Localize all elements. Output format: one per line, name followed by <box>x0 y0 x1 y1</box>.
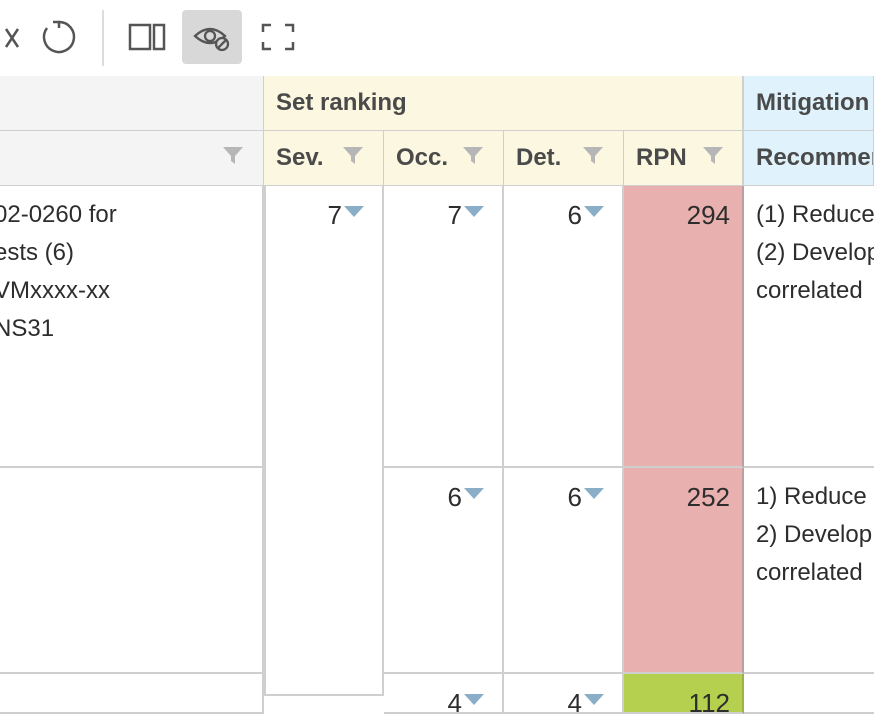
row-3-description[interactable] <box>0 674 264 714</box>
fullscreen-button[interactable] <box>248 10 308 64</box>
row-2-rpn: 252 <box>624 468 744 674</box>
occ-dropdown-icon[interactable] <box>464 206 484 217</box>
filter-icon[interactable] <box>342 145 364 165</box>
det-value: 4 <box>567 688 582 714</box>
row-1-description[interactable]: 02-0260 for ests (6) VMxxxx-xx NS31 <box>0 186 264 468</box>
filter-icon[interactable] <box>582 145 604 165</box>
row-3-recommended[interactable] <box>744 674 874 714</box>
col-header-rpn[interactable]: RPN <box>624 131 744 186</box>
row-1-recommended-text: (1) Reduce (2) Develop correlated <box>756 196 874 310</box>
split-view-button[interactable] <box>117 10 177 64</box>
group-header-set-ranking-label: Set ranking <box>276 89 407 116</box>
occ-value: 6 <box>447 482 462 512</box>
row-2-recommended-text: 1) Reduce 2) Develop correlated <box>756 478 872 592</box>
hide-columns-button[interactable] <box>182 10 242 64</box>
refresh-button[interactable] <box>29 10 89 64</box>
refresh-icon <box>42 20 76 54</box>
hide-columns-icon <box>193 27 230 52</box>
rpn-value: 294 <box>686 200 730 230</box>
col-header-det[interactable]: Det. <box>504 131 624 186</box>
row-2-det[interactable]: 6 <box>504 468 624 674</box>
det-value: 6 <box>567 482 582 512</box>
col-header-det-label: Det. <box>516 144 562 171</box>
group-header-set-ranking: Set ranking <box>264 76 744 131</box>
row-1-rpn: 294 <box>624 186 744 468</box>
row-2-description[interactable] <box>0 468 264 674</box>
desc-line: ests (6) <box>0 239 75 266</box>
mitigation-line: correlated <box>756 559 863 586</box>
mitigation-line: 1) Reduce <box>756 483 867 510</box>
det-dropdown-icon[interactable] <box>584 206 604 217</box>
filter-icon[interactable] <box>702 145 724 165</box>
desc-line: VMxxxx-xx <box>0 277 110 304</box>
rpn-value: 112 <box>688 688 730 714</box>
row-1-sev[interactable]: 7 <box>264 186 384 696</box>
row-1-description-text: 02-0260 for ests (6) VMxxxx-xx NS31 <box>0 196 117 348</box>
row-3-occ[interactable]: 4 <box>384 674 504 714</box>
toolbar <box>0 0 874 76</box>
group-header-empty <box>0 76 264 131</box>
col-header-sev-label: Sev. <box>276 144 324 171</box>
mitigation-line: (1) Reduce <box>756 201 874 228</box>
col-header-occ[interactable]: Occ. <box>384 131 504 186</box>
sev-dropdown-icon[interactable] <box>344 206 364 217</box>
row-3-det[interactable]: 4 <box>504 674 624 714</box>
row-1-recommended[interactable]: (1) Reduce (2) Develop correlated <box>744 186 874 468</box>
clear-filter-icon <box>4 28 20 48</box>
row-1-occ[interactable]: 7 <box>384 186 504 468</box>
fullscreen-icon <box>261 23 295 51</box>
filter-icon[interactable] <box>222 145 244 165</box>
occ-dropdown-icon[interactable] <box>464 488 484 499</box>
mitigation-line: (2) Develop <box>756 239 874 266</box>
occ-value: 4 <box>447 688 462 714</box>
fmea-grid: Set ranking Mitigation Sev. Occ. Det. RP… <box>0 76 874 714</box>
mitigation-line: correlated <box>756 277 863 304</box>
split-view-icon <box>128 23 166 51</box>
desc-line: 02-0260 for <box>0 201 117 228</box>
row-2-recommended[interactable]: 1) Reduce 2) Develop correlated <box>744 468 874 674</box>
det-value: 6 <box>567 200 582 230</box>
col-header-recommended[interactable]: Recommended <box>744 131 874 186</box>
group-header-mitigation: Mitigation <box>744 76 874 131</box>
sev-value: 7 <box>327 200 342 230</box>
col-header-description[interactable] <box>0 131 264 186</box>
row-2-occ[interactable]: 6 <box>384 468 504 674</box>
filter-icon[interactable] <box>462 145 484 165</box>
col-header-recommended-label: Recommended <box>756 144 873 171</box>
mitigation-line: 2) Develop <box>756 521 873 548</box>
occ-value: 7 <box>447 200 462 230</box>
toolbar-separator <box>102 10 104 66</box>
rpn-value: 252 <box>686 482 730 512</box>
row-1-det[interactable]: 6 <box>504 186 624 468</box>
desc-line: NS31 <box>0 315 55 342</box>
col-header-occ-label: Occ. <box>396 144 449 171</box>
row-3-rpn: 112 <box>624 674 744 714</box>
det-dropdown-icon[interactable] <box>584 488 604 499</box>
col-header-sev[interactable]: Sev. <box>264 131 384 186</box>
col-header-rpn-label: RPN <box>636 144 687 171</box>
group-header-mitigation-label: Mitigation <box>756 89 870 116</box>
